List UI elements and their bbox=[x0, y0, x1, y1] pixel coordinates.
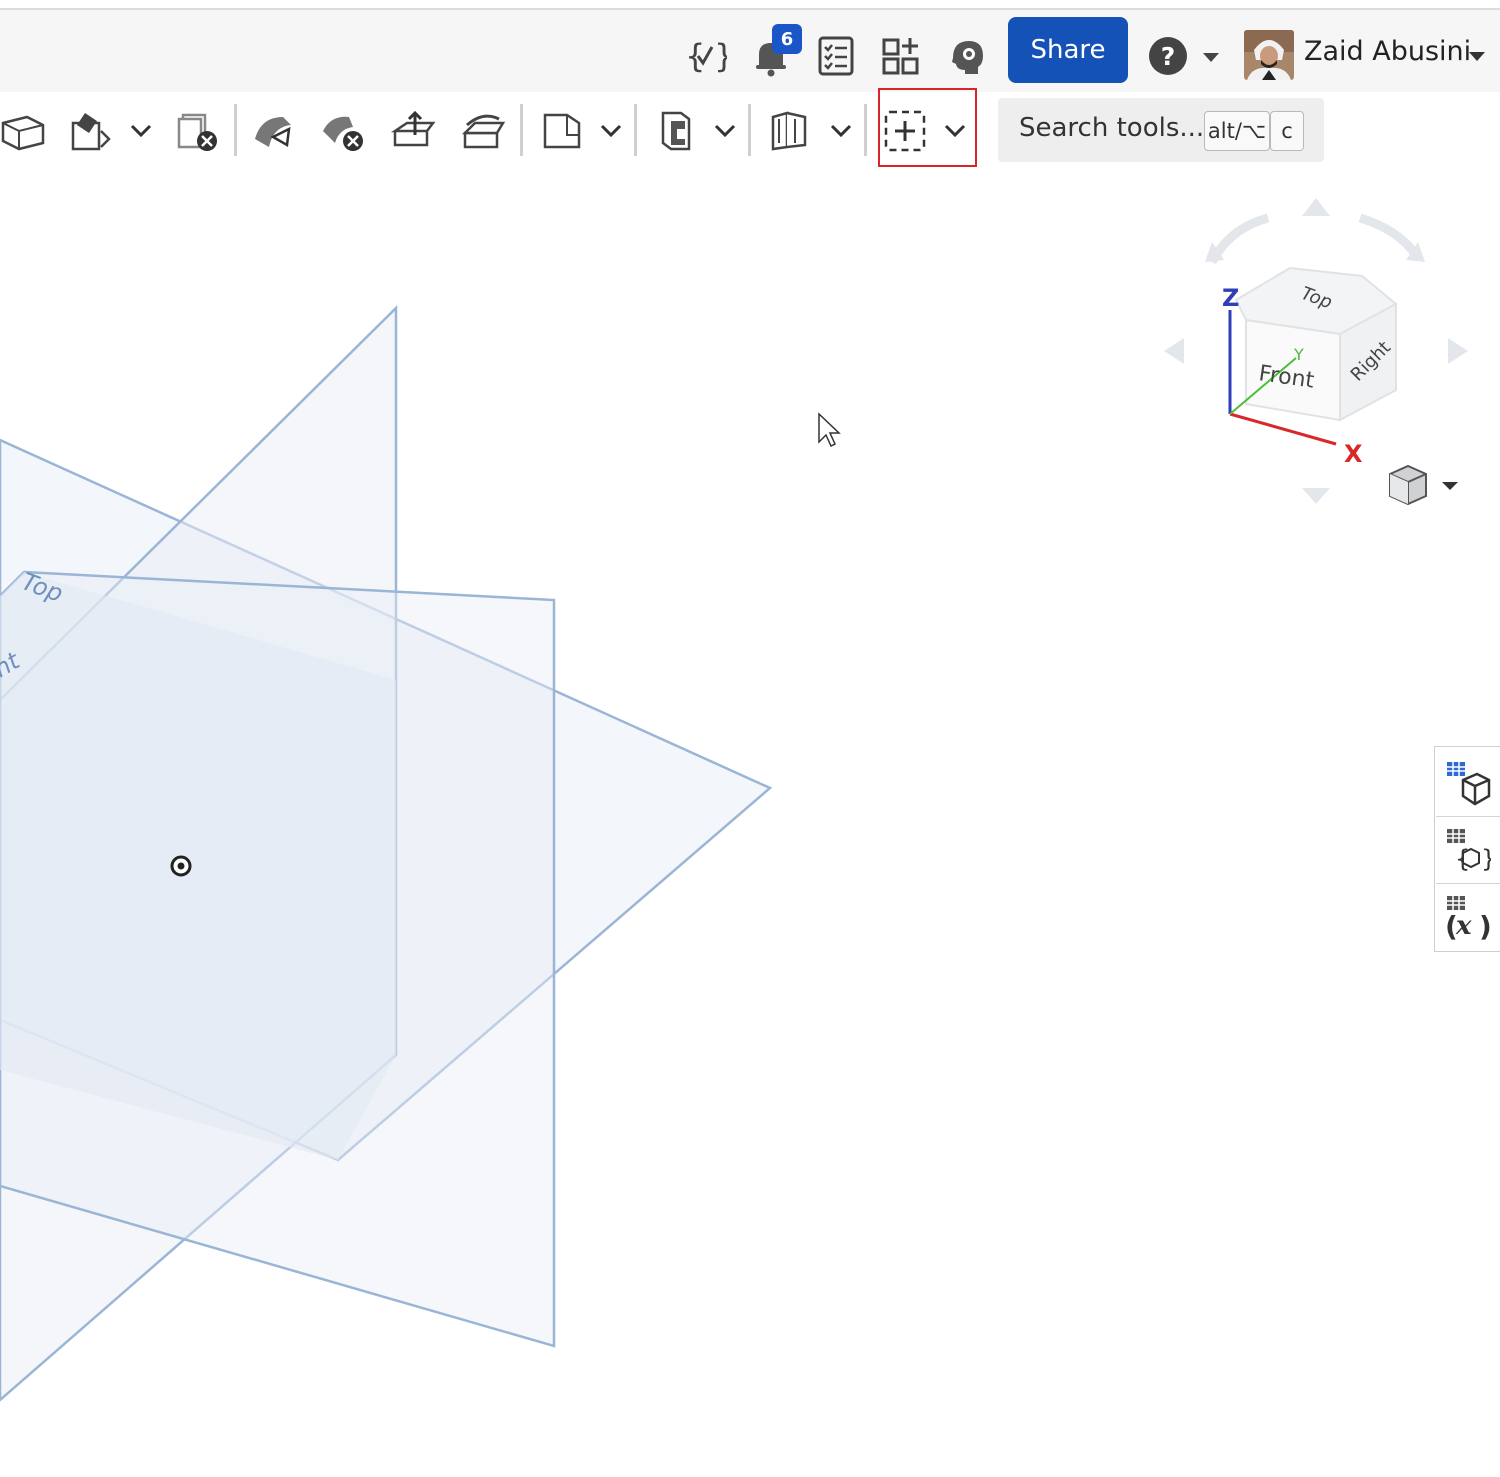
transform-dropdown-chevron-icon[interactable] bbox=[126, 100, 156, 162]
selection-highlight-box bbox=[878, 88, 977, 167]
toolbar-separator bbox=[520, 104, 523, 156]
sweep-tool-icon[interactable] bbox=[0, 100, 46, 162]
rotate-down-arrow-icon bbox=[1302, 488, 1330, 504]
app-store-icon[interactable] bbox=[876, 30, 926, 82]
toolbar-separator bbox=[634, 104, 637, 156]
sheet-metal-dropdown-chevron-icon[interactable] bbox=[826, 100, 856, 162]
learning-center-icon[interactable] bbox=[942, 30, 992, 82]
share-button[interactable]: Share bbox=[1008, 17, 1128, 83]
toolbar-separator bbox=[864, 104, 867, 156]
modify-fillet-tool-icon[interactable] bbox=[250, 100, 300, 162]
view-cube-navigator[interactable]: Z X Y Top Front Right bbox=[1160, 196, 1480, 516]
sheet-metal-tool-icon[interactable] bbox=[764, 100, 814, 162]
notification-count-badge: 6 bbox=[772, 24, 802, 54]
configurations-panel-icon[interactable] bbox=[1436, 750, 1500, 816]
shortcut-key: c bbox=[1270, 111, 1304, 151]
delete-part-tool-icon[interactable] bbox=[174, 100, 222, 162]
axis-y-label: Y bbox=[1293, 345, 1304, 364]
toolbar-separator bbox=[234, 104, 237, 156]
shortcut-modifier-key: alt/⌥ bbox=[1204, 111, 1270, 151]
svg-text:?: ? bbox=[1161, 42, 1176, 71]
measurements-panel-icon[interactable]: ( x ) bbox=[1436, 884, 1500, 950]
user-avatar[interactable] bbox=[1244, 30, 1294, 80]
rotate-right-arrow-icon bbox=[1448, 338, 1468, 364]
frame-dropdown-chevron-icon[interactable] bbox=[710, 100, 740, 162]
delete-face-tool-icon[interactable] bbox=[318, 100, 368, 162]
axis-z-label: Z bbox=[1222, 284, 1239, 312]
view-mode-dropdown-chevron-icon bbox=[1442, 482, 1458, 490]
variable-table-panel-icon[interactable]: { } bbox=[1436, 817, 1500, 883]
user-menu-chevron-icon[interactable] bbox=[1462, 30, 1492, 82]
view-mode-cube-icon bbox=[1389, 464, 1427, 506]
rotate-up-arrow-icon bbox=[1302, 198, 1330, 216]
rotate-left-arrow-icon bbox=[1164, 338, 1184, 364]
search-tools-placeholder: Search tools... bbox=[1019, 113, 1205, 143]
plane-dropdown-chevron-icon[interactable] bbox=[596, 100, 626, 162]
svg-text:}: } bbox=[1481, 845, 1491, 873]
mouse-cursor bbox=[818, 412, 841, 448]
svg-text:): ) bbox=[1479, 910, 1491, 940]
plane-tool-icon[interactable] bbox=[538, 100, 588, 162]
task-list-icon[interactable] bbox=[811, 30, 861, 82]
user-name[interactable]: Zaid Abusini bbox=[1304, 36, 1471, 67]
toolbar-separator bbox=[748, 104, 751, 156]
replace-face-tool-icon[interactable] bbox=[458, 100, 508, 162]
help-menu[interactable]: ? bbox=[1144, 30, 1224, 82]
svg-text:}: } bbox=[714, 37, 727, 75]
axis-x-label: X bbox=[1344, 440, 1363, 468]
move-face-tool-icon[interactable] bbox=[388, 100, 438, 162]
transform-tool-icon[interactable] bbox=[66, 100, 116, 162]
frame-tool-icon[interactable] bbox=[652, 100, 702, 162]
variables-icon[interactable]: { } bbox=[680, 30, 730, 82]
svg-text:x: x bbox=[1455, 911, 1472, 940]
svg-text:{: { bbox=[685, 37, 705, 75]
